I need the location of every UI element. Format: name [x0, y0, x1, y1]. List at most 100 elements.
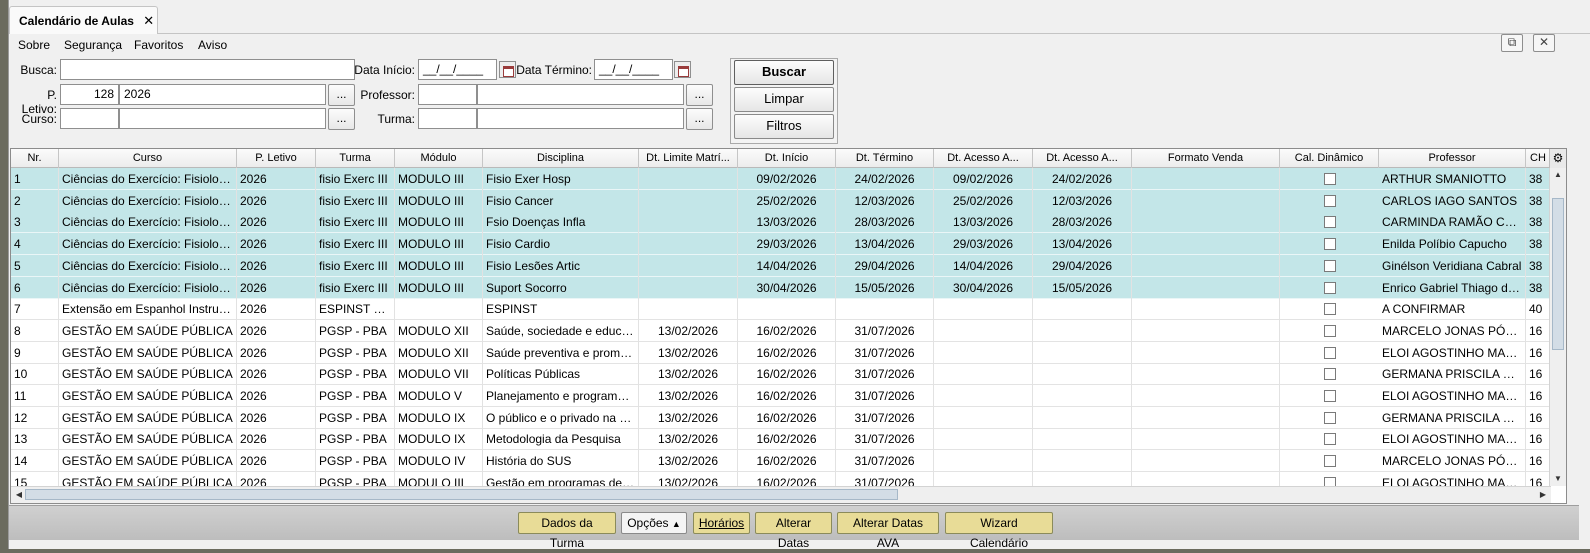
column-header[interactable]: P. Letivo	[237, 149, 316, 168]
table-row[interactable]: 7 Extensão em Espanhol Instrume... 2026 ESP…	[11, 298, 1551, 321]
cell-turma: fisio Exerc III	[316, 233, 395, 256]
table-row[interactable]: 2 Ciências do Exercício: Fisiologia... 202…	[11, 189, 1551, 212]
curso-code-input[interactable]	[60, 108, 119, 129]
cell-modulo: MODULO XII	[395, 341, 483, 364]
cell-curso: Extensão em Espanhol Instrume...	[59, 298, 237, 321]
data-termino-label: Data Término:	[516, 63, 592, 77]
cal-dinamico-checkbox[interactable]	[1323, 324, 1336, 337]
cal-dinamico-checkbox[interactable]	[1323, 173, 1336, 185]
table-row[interactable]: 5 Ciências do Exercício: Fisiologia... 202…	[11, 254, 1551, 277]
column-header[interactable]: Nr.	[11, 149, 59, 168]
column-header[interactable]: CH	[1526, 149, 1551, 168]
cal-dinamico-checkbox[interactable]	[1323, 455, 1336, 468]
horizontal-scrollbar[interactable]: ◀ ▶	[11, 486, 1551, 503]
filtros-button[interactable]: Filtros	[734, 114, 834, 139]
turma-lookup-button[interactable]: ...	[686, 108, 713, 130]
cell-formato	[1132, 276, 1280, 299]
horizontal-scroll-thumb[interactable]	[25, 489, 898, 500]
gear-icon[interactable]: ⚙	[1549, 149, 1566, 168]
cell-acesso2: 12/03/2026	[1033, 189, 1132, 212]
cell-professor: MARCELO JONAS PÓVOAS	[1379, 450, 1526, 473]
dados-da-turma-button[interactable]: Dados da Turma	[518, 512, 616, 550]
vertical-scrollbar[interactable]: ▲ ▼	[1549, 168, 1566, 486]
cal-dinamico-checkbox[interactable]	[1323, 433, 1336, 446]
menu-aviso[interactable]: Aviso	[198, 38, 227, 52]
scroll-down-icon[interactable]: ▼	[1550, 472, 1566, 486]
vertical-scroll-thumb[interactable]	[1552, 198, 1564, 350]
column-header[interactable]: Dt. Limite Matrí...	[639, 149, 738, 168]
calendar-grid[interactable]: Nr. Curso P. Letivo Turma Módulo Disciplina Dt…	[10, 148, 1567, 504]
tab-calendario[interactable]: Calendário de Aulas ✕	[9, 6, 158, 34]
column-header[interactable]: Cal. Dinâmico	[1280, 149, 1379, 168]
wizard-calendario-button[interactable]: Wizard Calendário	[945, 512, 1053, 550]
professor-code-input[interactable]	[418, 84, 477, 105]
cal-dinamico-checkbox[interactable]	[1323, 194, 1336, 207]
cell-disciplina: Fsio Doenças Infla	[483, 211, 639, 234]
cal-dinamico-checkbox[interactable]	[1323, 238, 1336, 251]
p-letivo-lookup-button[interactable]: ...	[328, 84, 355, 106]
alterar-datas-ava-button[interactable]: Alterar Datas AVA	[837, 512, 939, 550]
menu-seguranca[interactable]: Segurança	[64, 38, 122, 52]
table-row[interactable]: 10 GESTÃO EM SAÚDE PÚBLICA 2026 PGSP - PBA M…	[11, 363, 1551, 386]
table-row[interactable]: 12 GESTÃO EM SAÚDE PÚBLICA 2026 PGSP - PBA M…	[11, 406, 1551, 429]
close-icon[interactable]: ✕	[143, 13, 154, 28]
column-header[interactable]: Professor	[1379, 149, 1526, 168]
professor-lookup-button[interactable]: ...	[686, 84, 713, 106]
popout-icon[interactable]: ⧉	[1501, 34, 1523, 52]
table-row[interactable]: 11 GESTÃO EM SAÚDE PÚBLICA 2026 PGSP - PBA M…	[11, 385, 1551, 407]
table-row[interactable]: 6 Ciências do Exercício: Fisiologia... 202…	[11, 276, 1551, 299]
cal-dinamico-checkbox[interactable]	[1323, 411, 1336, 424]
busca-input[interactable]	[60, 59, 355, 80]
cal-dinamico-checkbox[interactable]	[1323, 368, 1336, 381]
table-row[interactable]: 1 Ciências do Exercício: Fisiologia... 202…	[11, 168, 1551, 190]
column-header[interactable]: Dt. Início	[738, 149, 836, 168]
alterar-datas-button[interactable]: Alterar Datas	[755, 512, 832, 550]
turma-name-input[interactable]	[477, 108, 684, 129]
data-termino-input[interactable]: __/__/____	[594, 59, 673, 80]
table-row[interactable]: 3 Ciências do Exercício: Fisiologia... 202…	[11, 211, 1551, 234]
cell-modulo: MODULO III	[395, 211, 483, 234]
table-row[interactable]: 4 Ciências do Exercício: Fisiologia... 202…	[11, 233, 1551, 256]
cell-pletivo: 2026	[237, 319, 316, 342]
column-header[interactable]: Formato Venda	[1132, 149, 1280, 168]
horarios-button[interactable]: Horários	[693, 512, 750, 534]
cell-turma: fisio Exerc III	[316, 276, 395, 299]
scroll-up-icon[interactable]: ▲	[1550, 168, 1566, 182]
cell-inicio: 16/02/2026	[738, 319, 836, 342]
table-row[interactable]: 8 GESTÃO EM SAÚDE PÚBLICA 2026 PGSP - PBA MO…	[11, 319, 1551, 342]
p-letivo-name-input[interactable]: 2026	[119, 84, 326, 105]
opcoes-button[interactable]: Opções ▲	[621, 512, 687, 534]
cal-dinamico-checkbox[interactable]	[1323, 216, 1336, 229]
cal-dinamico-checkbox[interactable]	[1323, 281, 1336, 294]
column-header[interactable]: Dt. Término	[836, 149, 934, 168]
cell-ch: 38	[1526, 276, 1551, 299]
p-letivo-code-input[interactable]: 128	[60, 84, 119, 105]
calendar-icon[interactable]	[674, 61, 691, 78]
cal-dinamico-checkbox[interactable]	[1323, 346, 1336, 359]
buscar-button[interactable]: Buscar	[734, 60, 834, 85]
curso-lookup-button[interactable]: ...	[328, 108, 355, 130]
cal-dinamico-checkbox[interactable]	[1323, 259, 1336, 272]
column-header[interactable]: Turma	[316, 149, 395, 168]
professor-name-input[interactable]	[477, 84, 684, 105]
table-row[interactable]: 9 GESTÃO EM SAÚDE PÚBLICA 2026 PGSP - PBA MO…	[11, 341, 1551, 364]
cell-curso: Ciências do Exercício: Fisiologia...	[59, 168, 237, 190]
cal-dinamico-checkbox[interactable]	[1323, 303, 1336, 316]
window-close-icon[interactable]: ✕	[1533, 34, 1555, 52]
curso-name-input[interactable]	[119, 108, 326, 129]
cal-dinamico-checkbox[interactable]	[1323, 390, 1336, 402]
limpar-button[interactable]: Limpar	[734, 87, 834, 112]
table-row[interactable]: 14 GESTÃO EM SAÚDE PÚBLICA 2026 PGSP - PBA M…	[11, 450, 1551, 473]
menu-favoritos[interactable]: Favoritos	[134, 38, 183, 52]
column-header[interactable]: Disciplina	[483, 149, 639, 168]
turma-code-input[interactable]	[418, 108, 477, 129]
scroll-right-icon[interactable]: ▶	[1535, 488, 1551, 502]
column-header[interactable]: Dt. Acesso A...	[1033, 149, 1132, 168]
data-inicio-input[interactable]: __/__/____	[418, 59, 497, 80]
cell-curso: GESTÃO EM SAÚDE PÚBLICA	[59, 385, 237, 407]
column-header[interactable]: Módulo	[395, 149, 483, 168]
menu-sobre[interactable]: Sobre	[18, 38, 50, 52]
table-row[interactable]: 13 GESTÃO EM SAÚDE PÚBLICA 2026 PGSP - PBA M…	[11, 428, 1551, 451]
column-header[interactable]: Dt. Acesso A...	[934, 149, 1033, 168]
column-header[interactable]: Curso	[59, 149, 237, 168]
